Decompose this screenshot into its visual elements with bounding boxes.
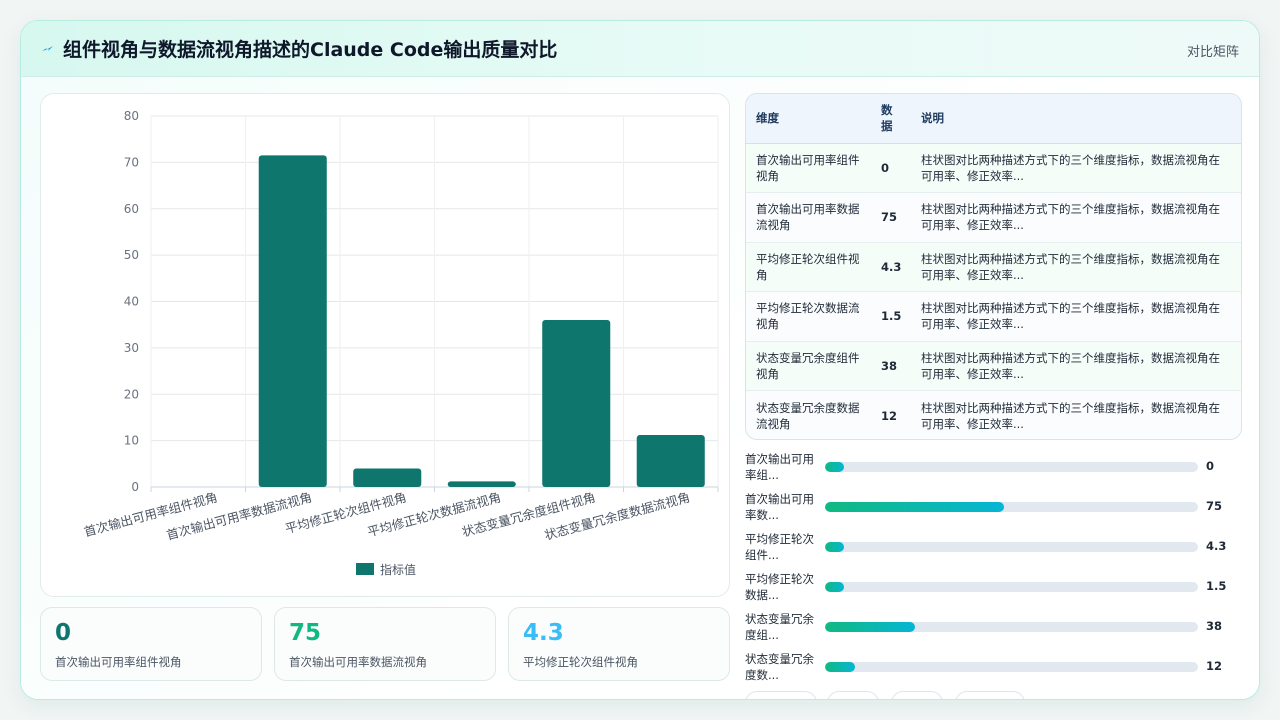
page-title: 组件视角与数据流视角描述的Claude Code输出质量对比	[63, 39, 558, 61]
progress-value: 1.5	[1206, 579, 1227, 593]
dashboard-card: 组件视角与数据流视角描述的Claude Code输出质量对比 对比矩阵 0 10 2…	[20, 20, 1260, 700]
value-cell: 75	[871, 192, 911, 243]
tag-pill[interactable]	[827, 691, 879, 699]
stat-card: 0 首次输出可用率组件视角	[40, 607, 262, 681]
progress-track	[825, 542, 1198, 552]
progress-value: 12	[1206, 659, 1223, 673]
progress-label: 平均修正轮次组件...	[745, 532, 814, 562]
progress-fill	[825, 502, 1005, 512]
legend-label: 指标值	[380, 562, 416, 577]
progress-fill	[825, 542, 844, 552]
column-header: 数据	[871, 94, 911, 144]
progress-track	[825, 622, 1198, 632]
table-row: 首次输出可用率数据流视角 75 柱状图对比两种描述方式下的三个维度指标，数据流视…	[746, 192, 1241, 243]
progress-fill	[825, 582, 844, 592]
column-header: 维度	[746, 94, 871, 144]
y-tick-label: 0	[131, 480, 139, 494]
tag-pill[interactable]	[955, 691, 1025, 699]
header: 组件视角与数据流视角描述的Claude Code输出质量对比 对比矩阵	[21, 21, 1259, 77]
progress-value: 4.3	[1206, 539, 1227, 553]
stat-card: 75 首次输出可用率数据流视角	[274, 607, 496, 681]
data-table-panel: 维度 数据 说明 首次输出可用率组件视角 0 柱状图对比两种描述方式下的三个维度…	[745, 93, 1242, 440]
progress-fill	[825, 662, 855, 672]
dimension-cell: 平均修正轮次数据流视角	[746, 291, 871, 342]
stat-value: 75	[289, 620, 322, 646]
y-tick-label: 70	[124, 155, 139, 169]
table-row: 状态变量冗余度数据流视角 12 柱状图对比两种描述方式下的三个维度指标，数据流视…	[746, 390, 1241, 439]
y-tick-label: 20	[124, 387, 139, 401]
progress-value: 38	[1206, 619, 1223, 633]
data-table: 维度 数据 说明 首次输出可用率组件视角 0 柱状图对比两种描述方式下的三个维度…	[746, 94, 1241, 439]
progress-fill	[825, 622, 915, 632]
progress-fill	[825, 462, 844, 472]
stat-value: 4.3	[523, 620, 564, 646]
progress-item: 平均修正轮次组件... 4.3	[745, 531, 1242, 571]
dimension-cell: 状态变量冗余度组件视角	[746, 341, 871, 391]
description-cell: 柱状图对比两种描述方式下的三个维度指标，数据流视角在可用率、修正效率...	[911, 390, 1241, 439]
progress-track	[825, 502, 1198, 512]
table-header-row: 维度 数据 说明	[746, 94, 1241, 144]
bar	[542, 320, 611, 487]
y-tick-label: 10	[124, 434, 139, 448]
bar	[353, 468, 422, 487]
bar	[636, 435, 705, 487]
table-row: 平均修正轮次数据流视角 1.5 柱状图对比两种描述方式下的三个维度指标，数据流视…	[746, 291, 1241, 342]
progress-track	[825, 662, 1198, 672]
stat-label: 首次输出可用率组件视角	[55, 655, 182, 669]
bar-chart: 01020304050607080首次输出可用率组件视角首次输出可用率数据流视角…	[82, 109, 719, 577]
progress-value: 75	[1206, 499, 1223, 513]
progress-list: 首次输出可用率组... 0 首次输出可用率数... 75 平均修正轮次组件...…	[745, 451, 1242, 691]
dimension-cell: 首次输出可用率组件视角	[746, 143, 871, 193]
progress-value: 0	[1206, 459, 1215, 473]
table-row: 平均修正轮次组件视角 4.3 柱状图对比两种描述方式下的三个维度指标，数据流视角…	[746, 242, 1241, 292]
y-tick-label: 60	[124, 202, 139, 216]
stat-card: 4.3 平均修正轮次组件视角	[508, 607, 730, 681]
description-cell: 柱状图对比两种描述方式下的三个维度指标，数据流视角在可用率、修正效率...	[911, 192, 1241, 243]
description-cell: 柱状图对比两种描述方式下的三个维度指标，数据流视角在可用率、修正效率...	[911, 143, 1241, 193]
value-cell: 1.5	[871, 291, 911, 342]
y-tick-label: 40	[124, 295, 139, 309]
progress-label: 状态变量冗余度数...	[745, 652, 814, 682]
progress-item: 首次输出可用率数... 75	[745, 491, 1242, 531]
y-tick-label: 50	[124, 248, 139, 262]
y-tick-label: 80	[124, 109, 139, 123]
description-cell: 柱状图对比两种描述方式下的三个维度指标，数据流视角在可用率、修正效率...	[911, 291, 1241, 342]
dimension-cell: 平均修正轮次组件视角	[746, 242, 871, 292]
matrix-label: 对比矩阵	[1186, 45, 1239, 60]
description-cell: 柱状图对比两种描述方式下的三个维度指标，数据流视角在可用率、修正效率...	[911, 242, 1241, 292]
progress-item: 首次输出可用率组... 0	[745, 451, 1242, 491]
progress-label: 状态变量冗余度组...	[745, 612, 814, 642]
progress-item: 平均修正轮次数据... 1.5	[745, 571, 1242, 611]
progress-label: 首次输出可用率组...	[745, 452, 814, 482]
dimension-cell: 首次输出可用率数据流视角	[746, 192, 871, 243]
content-area: 0 10 20 30 40 50 60 70 80 首次输出可用率组件视角 首次输出可用率数据流视角…	[21, 77, 1259, 699]
column-header: 说明	[911, 94, 1241, 144]
tag-pill[interactable]	[891, 691, 943, 699]
value-cell: 4.3	[871, 242, 911, 292]
y-tick-label: 30	[124, 341, 139, 355]
stat-label: 首次输出可用率数据流视角	[289, 655, 427, 669]
progress-item: 状态变量冗余度数... 12	[745, 651, 1242, 691]
stat-label: 平均修正轮次组件视角	[523, 655, 638, 669]
description-cell: 柱状图对比两种描述方式下的三个维度指标，数据流视角在可用率、修正效率...	[911, 341, 1241, 391]
progress-track	[825, 582, 1198, 592]
value-cell: 38	[871, 341, 911, 391]
progress-item: 状态变量冗余度组... 38	[745, 611, 1242, 651]
progress-label: 平均修正轮次数据...	[745, 572, 814, 602]
dimension-cell: 状态变量冗余度数据流视角	[746, 390, 871, 439]
progress-track	[825, 462, 1198, 472]
chart-panel: 0 10 20 30 40 50 60 70 80 首次输出可用率组件视角 首次输出可用率数据流视角…	[40, 93, 730, 597]
table-row: 状态变量冗余度组件视角 38 柱状图对比两种描述方式下的三个维度指标，数据流视角…	[746, 341, 1241, 391]
bolt-icon	[42, 46, 53, 51]
table-row: 首次输出可用率组件视角 0 柱状图对比两种描述方式下的三个维度指标，数据流视角在…	[746, 143, 1241, 193]
legend-swatch	[356, 563, 374, 575]
bar	[258, 155, 327, 487]
progress-label: 首次输出可用率数...	[745, 492, 814, 522]
bar	[447, 481, 516, 487]
value-cell: 0	[871, 143, 911, 193]
value-cell: 12	[871, 390, 911, 439]
stat-value: 0	[55, 620, 72, 646]
tag-pill[interactable]	[745, 691, 817, 699]
